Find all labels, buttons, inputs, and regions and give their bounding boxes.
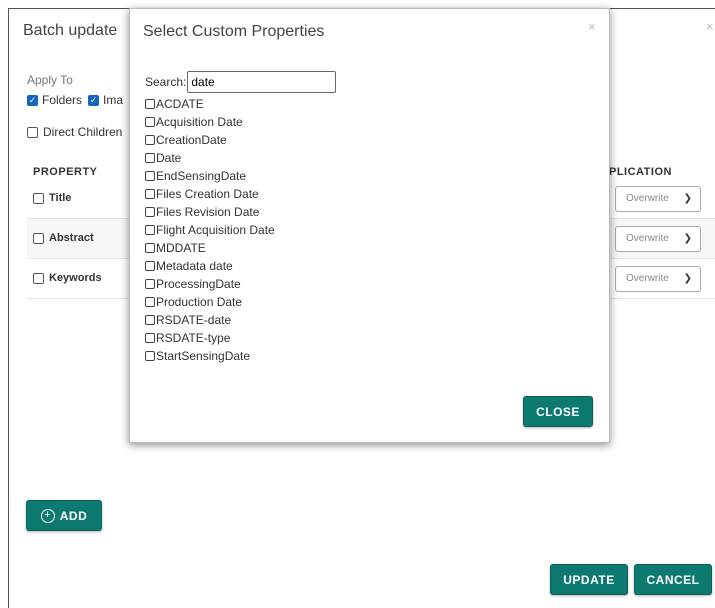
- option-label: CreationDate: [156, 133, 227, 147]
- property-option[interactable]: MDDATE: [145, 239, 275, 257]
- property-option[interactable]: ACDATE: [145, 95, 275, 113]
- property-column-header: PROPERTY: [33, 166, 98, 178]
- option-checkbox[interactable]: [145, 297, 155, 307]
- option-label: MDDATE: [156, 241, 206, 255]
- direct-children-checkbox[interactable]: [27, 126, 38, 138]
- abstract-checkbox[interactable]: [33, 232, 44, 244]
- option-checkbox[interactable]: [145, 333, 155, 343]
- property-option[interactable]: Files Revision Date: [145, 203, 275, 221]
- direct-children-option[interactable]: Direct Children: [27, 125, 122, 139]
- option-label: ProcessingDate: [156, 277, 241, 291]
- option-checkbox[interactable]: [145, 189, 155, 199]
- close-icon[interactable]: ×: [588, 19, 596, 34]
- application-select[interactable]: Overwrite ❯: [615, 226, 701, 252]
- search-row: Search:: [145, 71, 337, 93]
- option-checkbox[interactable]: [145, 315, 155, 325]
- keywords-checkbox[interactable]: [33, 272, 44, 284]
- search-input[interactable]: [187, 71, 337, 93]
- property-label: Keywords: [49, 272, 102, 284]
- property-option[interactable]: Acquisition Date: [145, 113, 275, 131]
- property-option[interactable]: RSDATE-date: [145, 311, 275, 329]
- property-option[interactable]: EndSensingDate: [145, 167, 275, 185]
- option-checkbox[interactable]: [145, 135, 155, 145]
- select-custom-properties-dialog: Select Custom Properties × Search: ACDAT…: [129, 8, 610, 443]
- property-option[interactable]: ProcessingDate: [145, 275, 275, 293]
- option-label: Acquisition Date: [156, 115, 243, 129]
- chevron-down-icon: ❯: [683, 233, 692, 244]
- add-button[interactable]: + ADD: [26, 500, 102, 531]
- option-label: Flight Acquisition Date: [156, 223, 275, 237]
- dialog-title: Select Custom Properties: [143, 23, 325, 40]
- apply-to-checkboxes: ✓ Folders ✓ Ima: [27, 93, 123, 107]
- property-option[interactable]: Files Creation Date: [145, 185, 275, 203]
- option-checkbox[interactable]: [145, 279, 155, 289]
- option-label: Date: [156, 151, 182, 165]
- folders-label: Folders: [42, 93, 83, 107]
- option-label: Files Creation Date: [156, 187, 259, 201]
- property-option-list: ACDATE Acquisition Date CreationDate Date En…: [145, 95, 275, 365]
- title-checkbox[interactable]: [33, 192, 44, 204]
- option-label: RSDATE-date: [156, 313, 232, 327]
- batch-update-title: Batch update: [23, 22, 118, 39]
- images-checkbox[interactable]: ✓: [88, 94, 100, 106]
- property-label: Title: [49, 192, 72, 204]
- property-option[interactable]: RSDATE-type: [145, 329, 275, 347]
- option-label: EndSensingDate: [156, 169, 247, 183]
- option-checkbox[interactable]: [145, 207, 155, 217]
- property-option[interactable]: Date: [145, 149, 275, 167]
- option-checkbox[interactable]: [145, 171, 155, 181]
- plus-circle-icon: +: [40, 508, 55, 523]
- update-button[interactable]: UPDATE: [550, 564, 628, 595]
- batch-close-icon[interactable]: ×: [706, 19, 714, 34]
- chevron-down-icon: ❯: [683, 193, 692, 204]
- option-checkbox[interactable]: [145, 351, 155, 361]
- application-select[interactable]: Overwrite ❯: [615, 266, 701, 292]
- folders-checkbox[interactable]: ✓: [27, 94, 38, 106]
- option-checkbox[interactable]: [145, 261, 155, 271]
- cancel-button[interactable]: CANCEL: [634, 564, 712, 595]
- option-label: RSDATE-type: [156, 331, 231, 345]
- property-option[interactable]: CreationDate: [145, 131, 275, 149]
- option-checkbox[interactable]: [145, 117, 155, 127]
- option-checkbox[interactable]: [145, 99, 155, 109]
- option-label: Files Revision Date: [156, 205, 260, 219]
- property-option[interactable]: Metadata date: [145, 257, 275, 275]
- option-checkbox[interactable]: [145, 153, 155, 163]
- property-label: Abstract: [49, 232, 94, 244]
- option-checkbox[interactable]: [145, 225, 155, 235]
- option-label: Production Date: [156, 295, 243, 309]
- images-label: Ima: [103, 93, 124, 107]
- chevron-down-icon: ❯: [683, 273, 692, 284]
- property-option[interactable]: StartSensingDate: [145, 347, 275, 365]
- property-option[interactable]: Flight Acquisition Date: [145, 221, 275, 239]
- option-checkbox[interactable]: [145, 243, 155, 253]
- application-column-header: PLICATION: [609, 166, 672, 178]
- close-button[interactable]: CLOSE: [523, 396, 593, 427]
- search-label: Search:: [145, 75, 187, 89]
- option-label: StartSensingDate: [156, 349, 251, 363]
- application-select[interactable]: Overwrite ❯: [615, 186, 701, 212]
- option-label: Metadata date: [156, 259, 233, 273]
- option-label: ACDATE: [156, 97, 204, 111]
- apply-to-label: Apply To: [27, 73, 73, 87]
- direct-children-label: Direct Children: [43, 125, 123, 139]
- property-option[interactable]: Production Date: [145, 293, 275, 311]
